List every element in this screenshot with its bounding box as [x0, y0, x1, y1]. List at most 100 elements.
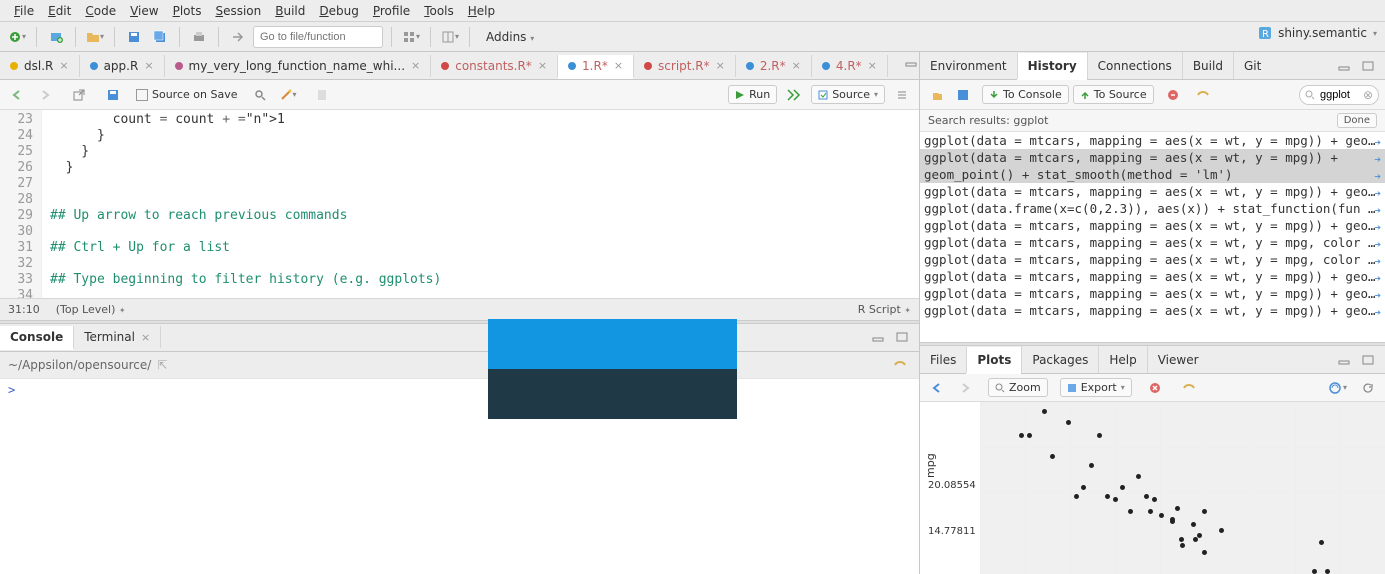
tab-plots[interactable]: Plots: [966, 347, 1021, 374]
history-row[interactable]: ggplot(data = mtcars, mapping = aes(x = …: [920, 217, 1385, 234]
publish-icon[interactable]: ▾: [1327, 377, 1349, 399]
menu-profile[interactable]: Profile: [367, 2, 416, 20]
minimize-icon[interactable]: [1333, 55, 1355, 77]
wand-icon[interactable]: ▾: [277, 84, 299, 106]
clear-plots-icon[interactable]: [1178, 377, 1200, 399]
notebook-icon[interactable]: [311, 84, 333, 106]
console-body[interactable]: >: [0, 379, 919, 574]
tab-terminal[interactable]: Terminal ×: [74, 326, 161, 348]
close-icon[interactable]: ×: [59, 59, 68, 72]
popout-icon[interactable]: [68, 84, 90, 106]
clear-console-icon[interactable]: [889, 354, 911, 376]
menu-debug[interactable]: Debug: [313, 2, 364, 20]
goto-arrow-icon[interactable]: ➔: [1374, 219, 1381, 234]
maximize-icon[interactable]: [894, 73, 916, 81]
goto-input[interactable]: [253, 26, 383, 48]
history-row[interactable]: ggplot(data = mtcars, mapping = aes(x = …: [920, 285, 1385, 302]
tab-viewer[interactable]: Viewer: [1147, 346, 1209, 373]
source-tab[interactable]: 1.R*×: [558, 55, 634, 79]
addins-menu[interactable]: Addins ▾: [478, 28, 542, 46]
history-row[interactable]: ggplot(data.frame(x=c(0,2.3)), aes(x)) +…: [920, 200, 1385, 217]
history-row[interactable]: ggplot(data = mtcars, mapping = aes(x = …: [920, 132, 1385, 149]
source-tab[interactable]: my_very_long_function_name_whi...×: [165, 55, 432, 77]
goto-arrow-icon[interactable]: ➔: [1374, 287, 1381, 302]
source-editor[interactable]: 2324252627282930313233343536373839 count…: [0, 110, 919, 298]
file-type-selector[interactable]: R Script ✦: [858, 303, 911, 316]
console-path-popout-icon[interactable]: ⇱: [157, 358, 167, 372]
source-button[interactable]: Source ▾: [811, 85, 885, 104]
remove-plot-icon[interactable]: [1144, 377, 1166, 399]
plot-prev-icon[interactable]: [926, 377, 948, 399]
history-row[interactable]: ggplot(data = mtcars, mapping = aes(x = …: [920, 149, 1385, 166]
goto-arrow-icon[interactable]: ➔: [1374, 304, 1381, 319]
tab-console[interactable]: Console: [0, 326, 74, 350]
goto-arrow-icon[interactable]: ➔: [1374, 185, 1381, 200]
close-icon[interactable]: ×: [538, 59, 547, 72]
menu-plots[interactable]: Plots: [167, 2, 208, 20]
env-tab-git[interactable]: Git: [1233, 52, 1271, 79]
goto-icon[interactable]: [227, 26, 249, 48]
maximize-icon[interactable]: [1357, 349, 1379, 371]
close-icon[interactable]: ×: [144, 59, 153, 72]
tab-files[interactable]: Files: [920, 346, 966, 373]
menu-build[interactable]: Build: [269, 2, 311, 20]
env-tab-build[interactable]: Build: [1182, 52, 1233, 79]
minimize-icon[interactable]: [867, 326, 889, 348]
menu-help[interactable]: Help: [462, 2, 501, 20]
delete-entry-icon[interactable]: [1162, 84, 1184, 106]
source-tab[interactable]: constants.R*×: [431, 55, 558, 77]
close-icon[interactable]: ×: [411, 59, 420, 72]
plot-next-icon[interactable]: [954, 377, 976, 399]
menu-tools[interactable]: Tools: [418, 2, 460, 20]
to-source-button[interactable]: To Source: [1073, 85, 1154, 104]
menu-file[interactable]: File: [8, 2, 40, 20]
save-history-icon[interactable]: [952, 84, 974, 106]
zoom-button[interactable]: Zoom: [988, 378, 1048, 397]
new-project-icon[interactable]: [45, 26, 67, 48]
scope-selector[interactable]: (Top Level) ✦: [56, 303, 126, 316]
env-tab-environment[interactable]: Environment: [920, 52, 1017, 79]
maximize-icon[interactable]: [1357, 55, 1379, 77]
goto-arrow-icon[interactable]: ➔: [1374, 270, 1381, 285]
export-button[interactable]: Export ▾: [1060, 378, 1132, 397]
history-row[interactable]: ggplot(data = mtcars, mapping = aes(x = …: [920, 234, 1385, 251]
project-selector[interactable]: R shiny.semantic ▾: [1258, 26, 1377, 40]
open-file-icon[interactable]: ▾: [84, 26, 106, 48]
save-all-icon[interactable]: [149, 26, 171, 48]
history-row[interactable]: ggplot(data = mtcars, mapping = aes(x = …: [920, 251, 1385, 268]
save-source-icon[interactable]: [102, 84, 124, 106]
menu-view[interactable]: View: [124, 2, 164, 20]
minimize-icon[interactable]: [900, 52, 919, 73]
env-tab-connections[interactable]: Connections: [1087, 52, 1182, 79]
run-button[interactable]: Run: [728, 85, 777, 104]
tab-packages[interactable]: Packages: [1021, 346, 1098, 373]
clear-history-icon[interactable]: [1192, 84, 1214, 106]
history-row[interactable]: ggplot(data = mtcars, mapping = aes(x = …: [920, 183, 1385, 200]
history-row[interactable]: ggplot(data = mtcars, mapping = aes(x = …: [920, 268, 1385, 285]
close-icon[interactable]: ×: [716, 59, 725, 72]
code-body[interactable]: count = count + ="n">1 } } } ## Up arrow…: [42, 110, 919, 298]
source-tab[interactable]: 4.R*×: [812, 55, 888, 77]
tab-help[interactable]: Help: [1098, 346, 1146, 373]
close-icon[interactable]: ×: [792, 59, 801, 72]
source-tab[interactable]: app.R×: [80, 55, 165, 77]
new-file-icon[interactable]: ▾: [6, 26, 28, 48]
goto-arrow-icon[interactable]: ➔: [1374, 168, 1381, 183]
find-icon[interactable]: [249, 84, 271, 106]
goto-arrow-icon[interactable]: ➔: [1374, 134, 1381, 149]
env-tab-history[interactable]: History: [1017, 53, 1087, 80]
outline-icon[interactable]: [891, 84, 913, 106]
forward-icon[interactable]: [34, 84, 56, 106]
source-tab[interactable]: dsl.R×: [0, 55, 80, 77]
menu-code[interactable]: Code: [79, 2, 122, 20]
menu-session[interactable]: Session: [209, 2, 267, 20]
source-tab[interactable]: 2.R*×: [736, 55, 812, 77]
goto-arrow-icon[interactable]: ➔: [1374, 253, 1381, 268]
history-row[interactable]: ggplot(data = mtcars, mapping = aes(x = …: [920, 302, 1385, 319]
done-button[interactable]: Done: [1337, 113, 1377, 128]
close-icon[interactable]: ×: [141, 331, 150, 344]
back-icon[interactable]: [6, 84, 28, 106]
menu-edit[interactable]: Edit: [42, 2, 77, 20]
goto-arrow-icon[interactable]: ➔: [1374, 202, 1381, 217]
load-history-icon[interactable]: [926, 84, 948, 106]
